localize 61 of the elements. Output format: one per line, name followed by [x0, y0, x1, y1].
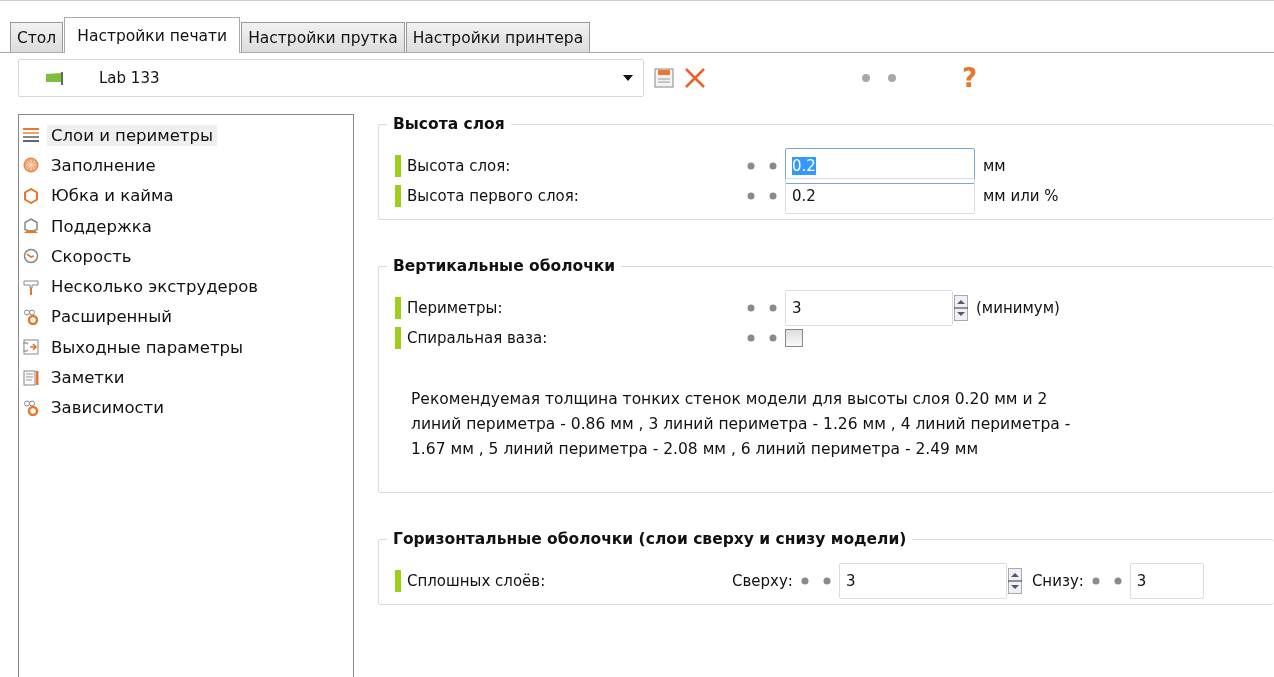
- sidebar-item[interactable]: Юбка и кайма: [23, 180, 353, 211]
- sidebar-item[interactable]: Заметки: [23, 362, 353, 393]
- mode-marker: [395, 327, 401, 349]
- tab[interactable]: Настройки прутка: [241, 22, 405, 52]
- category-icon: [23, 187, 39, 204]
- field-label: Сплошных слоёв:: [407, 572, 547, 590]
- sidebar-item[interactable]: Несколько экструдеров: [23, 271, 353, 302]
- category-icon: [23, 218, 39, 235]
- field-label: Сверху:: [732, 572, 793, 590]
- status-dots-icon: [747, 304, 777, 312]
- mode-marker: [395, 155, 401, 177]
- sidebar-item[interactable]: Слои и периметры: [23, 120, 353, 151]
- status-dots-icon: [747, 334, 777, 342]
- mode-marker: [395, 185, 401, 207]
- note-text: Рекомендуемая толщина тонких стенок модели для высоты слоя 0.20 мм и 2 линий периметра - 0.86 мм , 3 линий периметра - 1.26 мм , 4 линий периметра - 1.67 мм , 5 линий периметра - 2.08 мм , 6 линий периметра - 2.49 мм: [411, 389, 1071, 460]
- group-title: Вертикальные оболочки: [387, 257, 622, 275]
- close-icon[interactable]: [684, 67, 706, 89]
- preset-dropdown[interactable]: Lab 133: [18, 59, 644, 97]
- tab[interactable]: Настройки печати: [64, 17, 241, 53]
- field-label: Высота слоя:: [407, 157, 512, 175]
- unit-label: мм: [983, 157, 1006, 175]
- field-label: Высота первого слоя:: [407, 187, 580, 205]
- group-title: Горизонтальные оболочки (слои сверху и снизу модели): [387, 530, 913, 548]
- number-field[interactable]: 3: [838, 563, 1007, 599]
- category-icon: [23, 127, 39, 144]
- category-icon: [23, 308, 39, 325]
- sidebar-item[interactable]: Зависимости: [23, 392, 353, 423]
- number-field[interactable]: 3: [1129, 563, 1204, 599]
- mode-marker: [395, 570, 401, 592]
- category-icon: [23, 339, 39, 356]
- status-dots-icon: [800, 577, 831, 585]
- unit-label: (минимум): [976, 299, 1060, 317]
- status-dots-icon: [862, 74, 896, 82]
- save-icon[interactable]: [654, 68, 674, 88]
- sidebar-item[interactable]: Заполнение: [23, 150, 353, 181]
- field-label: Периметры:: [407, 299, 504, 317]
- mode-marker: [395, 297, 401, 319]
- sidebar-item[interactable]: Поддержка: [23, 210, 353, 242]
- flag-icon: [45, 71, 65, 85]
- unit-label: мм или %: [983, 187, 1059, 205]
- category-icon: [23, 248, 39, 265]
- field-label: Спиральная ваза:: [407, 329, 549, 347]
- category-icon: [23, 399, 39, 416]
- number-field[interactable]: 3: [785, 290, 953, 326]
- checkbox[interactable]: [785, 329, 803, 347]
- category-icon: [23, 157, 39, 174]
- tab[interactable]: Стол: [10, 22, 64, 52]
- spinner-icon[interactable]: [1007, 568, 1022, 594]
- sidebar-item[interactable]: Скорость: [23, 241, 353, 272]
- tab[interactable]: Настройки принтера: [405, 22, 591, 52]
- category-icon: [23, 369, 39, 386]
- status-dots-icon: [747, 192, 777, 200]
- category-icon: [23, 278, 39, 295]
- status-dots-icon: [747, 162, 777, 170]
- spinner-icon[interactable]: [954, 295, 968, 321]
- field-label: Снизу:: [1031, 572, 1084, 590]
- sidebar-item[interactable]: Расширенный: [23, 301, 353, 333]
- caret-icon: [623, 75, 633, 81]
- input-field[interactable]: 0.2: [785, 178, 975, 214]
- sidebar-item[interactable]: Выходные параметры: [23, 332, 353, 363]
- status-dots-icon: [1091, 577, 1122, 585]
